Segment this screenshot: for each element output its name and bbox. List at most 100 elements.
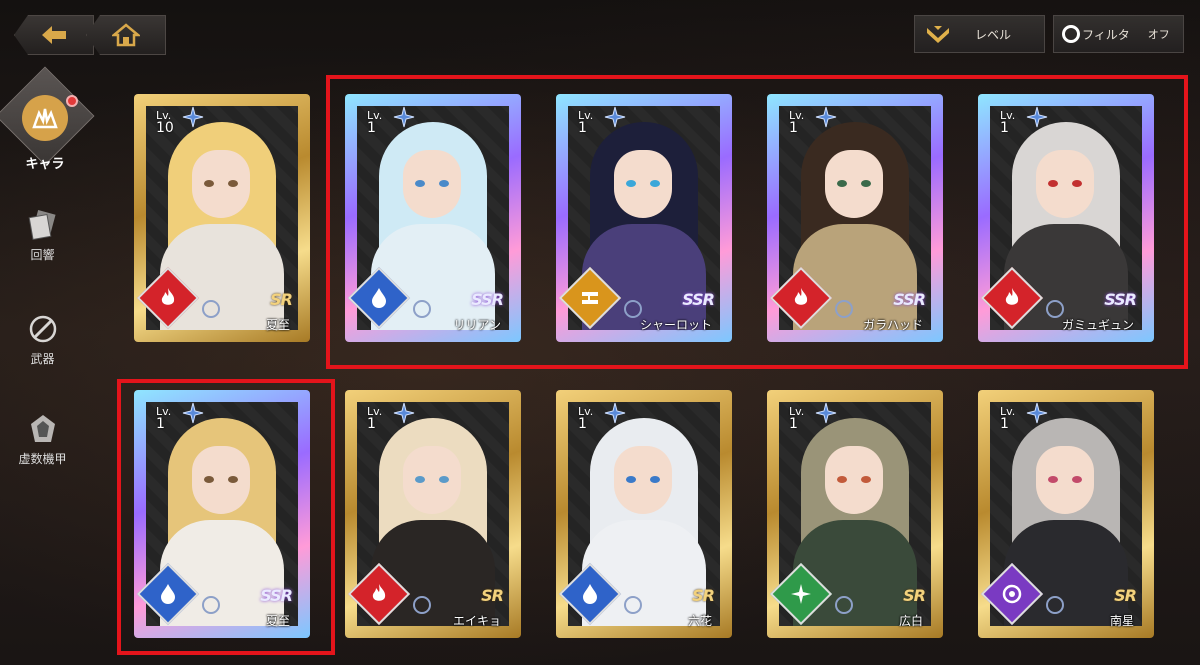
portrait-face [825,150,883,218]
star-rank-icon [604,402,626,424]
level-value: 1 [789,120,798,136]
portrait-eye [861,476,871,483]
level-value: 1 [367,120,376,136]
portrait-face [403,150,461,218]
character-card[interactable]: Lv. 1 SSR ガラハッド [767,94,943,342]
character-card[interactable]: Lv. 10 SR 夏至 [134,94,310,342]
back-button[interactable] [14,15,94,55]
character-name: エイキョ [452,614,501,628]
moon-icon [835,300,853,318]
character-card[interactable]: Lv. 1 SR 南星 [978,390,1154,638]
portrait-face [403,446,461,514]
portrait-face [1036,150,1094,218]
sidebar-item-label: キャラ [25,157,65,172]
portrait-eye [626,476,636,483]
card-level: Lv. 1 [1000,406,1015,432]
moon-icon [202,596,220,614]
character-name: 夏至 [265,614,290,628]
portrait-eye [439,476,449,483]
card-level: Lv. 1 [367,110,382,136]
star-rank-icon [815,106,837,128]
card-level: Lv. 10 [156,110,174,136]
rarity-badge: SSR [1104,290,1137,309]
portrait-eye [1072,476,1082,483]
sidebar-item-label: 虚数機甲 [18,452,67,466]
portrait-eye [439,180,449,187]
star-rank-icon [604,106,626,128]
character-name: リリアン [453,318,501,332]
home-icon [112,23,140,47]
card-level: Lv. 1 [367,406,382,432]
rarity-badge: SR [903,586,926,605]
filter-label: フィルタ [1082,27,1130,42]
back-arrow-icon [42,26,66,44]
character-card[interactable]: Lv. 1 SSR ガミュギュン [978,94,1154,342]
character-card[interactable]: Lv. 1 SR 六花 [556,390,732,638]
moon-icon [624,596,642,614]
moon-icon [202,300,220,318]
portrait-eye [228,476,238,483]
character-card[interactable]: Lv. 1 SR エイキョ [345,390,521,638]
portrait-eye [650,476,660,483]
portrait-eye [861,180,871,187]
character-card[interactable]: Lv. 1 SSR 夏至 [134,390,310,638]
rarity-badge: SR [270,290,293,309]
sidebar-item-character[interactable]: キャラ [0,66,104,183]
sidebar-item-weapon[interactable]: 武器 [10,312,75,367]
star-rank-icon [182,106,204,128]
mecha-icon [30,415,55,442]
moon-icon [835,596,853,614]
filter-state: オフ [1147,28,1170,41]
home-button[interactable] [86,15,166,55]
sort-chevron-icon [927,26,949,43]
portrait-face [1036,446,1094,514]
portrait-eye [837,476,847,483]
portrait-face [825,446,883,514]
card-level: Lv. 1 [789,110,804,136]
card-level: Lv. 1 [1000,110,1015,136]
sidebar-item-mecha[interactable]: 虚数機甲 [10,412,75,467]
star-rank-icon [815,402,837,424]
portrait-eye [204,476,214,483]
weapon-icon [29,315,56,343]
level-value: 1 [1000,416,1009,432]
portrait-eye [1048,476,1058,483]
portrait-eye [1072,180,1082,187]
character-name: ガラハッド [863,318,923,332]
level-value: 1 [578,120,587,136]
portrait-eye [1048,180,1058,187]
portrait-eye [415,180,425,187]
card-level: Lv. 1 [156,406,171,432]
portrait-eye [837,180,847,187]
character-name: 広白 [898,614,923,628]
star-rank-icon [393,402,415,424]
portrait-face [192,446,250,514]
level-value: 1 [789,416,798,432]
level-value: 10 [156,120,174,136]
character-card[interactable]: Lv. 1 SSR リリアン [345,94,521,342]
sidebar-item-echo[interactable]: 回響 [10,208,75,263]
portrait-face [614,446,672,514]
level-value: 1 [1000,120,1009,136]
star-rank-icon [393,106,415,128]
filter-button[interactable]: フィルタ オフ [1053,15,1184,53]
star-rank-icon [182,402,204,424]
echo-icon [28,210,56,240]
portrait-face [614,150,672,218]
rarity-badge: SSR [471,290,504,309]
card-level: Lv. 1 [578,406,593,432]
level-value: 1 [156,416,165,432]
character-name: 南星 [1109,614,1134,628]
level-value: 1 [367,416,376,432]
notification-dot [66,95,78,107]
card-level: Lv. 1 [578,110,593,136]
card-level: Lv. 1 [789,406,804,432]
sidebar-item-label: 回響 [30,248,55,262]
character-card[interactable]: Lv. 1 SR 広白 [767,390,943,638]
portrait-face [192,150,250,218]
sidebar-item-label: 武器 [30,352,55,366]
sort-level-button[interactable]: レベル [914,15,1045,53]
rarity-badge: SSR [682,290,715,309]
character-card[interactable]: Lv. 1 SSR シャーロット [556,94,732,342]
portrait-eye [626,180,636,187]
